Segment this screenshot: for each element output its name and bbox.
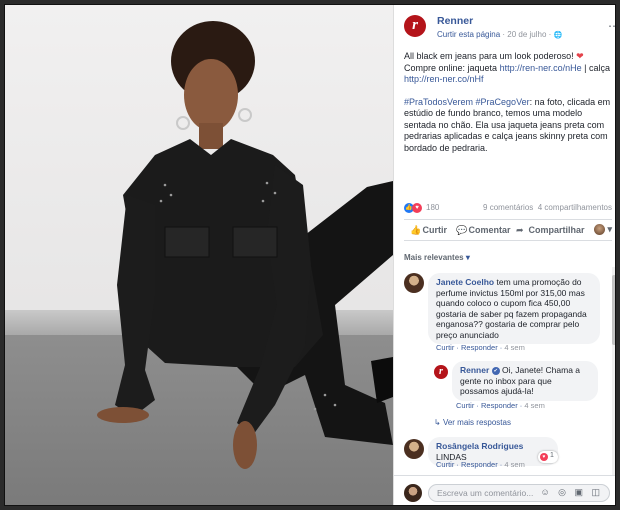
chevron-down-icon: ▾: [607, 224, 612, 234]
jacket-pocket-left: [164, 226, 210, 258]
post-text-line: | calça: [581, 62, 610, 73]
hashtags[interactable]: #PraTodosVerem #PraCegoVer: [404, 97, 530, 107]
share-label: Compartilhar: [528, 225, 585, 235]
jacket-pocket-right: [232, 226, 278, 258]
user-avatar: [593, 224, 605, 236]
love-reaction-icon: ♥: [540, 453, 548, 461]
thumbs-up-icon: 👍: [410, 225, 422, 235]
post-stats: 👍 ♥ 180 9 comentários 4 compartilhamento…: [404, 202, 612, 216]
comments-scrollbar[interactable]: [612, 267, 615, 477]
comment-placeholder: Escreva um comentário...: [437, 488, 534, 498]
reply-actions: Curtir · Responder · 4 sem: [456, 401, 545, 410]
view-more-replies-label: Ver mais respostas: [442, 418, 511, 427]
like-button[interactable]: 👍 Curtir: [410, 225, 447, 236]
comment-bubble: Janete Coelho tem uma promoção do perfum…: [428, 273, 600, 344]
comment-button[interactable]: 💬 Comentar: [456, 225, 511, 236]
comment-icon: 💬: [456, 225, 468, 235]
model-right-hand: [233, 421, 257, 469]
post-panel: r Renner Curtir esta página · 20 de julh…: [393, 5, 615, 505]
pants-link[interactable]: http://ren-ner.co/nHf: [404, 74, 484, 84]
reply-author[interactable]: Renner: [460, 365, 489, 375]
commenter-avatar[interactable]: [404, 273, 424, 293]
comment-reply-link[interactable]: Responder: [461, 460, 498, 469]
comment-author[interactable]: Rosângela Rodrigues: [436, 441, 523, 451]
composer-attachment-icons[interactable]: ☺ ◎ ▣ ◫: [540, 487, 603, 498]
more-options-icon[interactable]: ⋯: [608, 20, 615, 37]
model-left-arm: [115, 195, 155, 417]
user-avatar: [404, 484, 422, 502]
reply-arrow-icon: ↳: [434, 418, 441, 427]
commenter-avatar[interactable]: [404, 439, 424, 459]
post-actions: 👍 Curtir 💬 Comentar ➦ Compartilhar ▾: [404, 219, 612, 241]
comment-input[interactable]: Escreva um comentário... ☺ ◎ ▣ ◫: [428, 484, 610, 502]
comment-reply-link[interactable]: Responder: [461, 343, 498, 352]
reaction-count: 1: [550, 452, 554, 459]
share-count[interactable]: 4 compartilhamentos: [538, 203, 612, 212]
comment-label: Comentar: [468, 225, 511, 235]
post-photo[interactable]: [5, 5, 393, 505]
post-text-line: Compre online: jaqueta: [404, 62, 498, 73]
comment-time[interactable]: 4 sem: [504, 343, 524, 352]
jacket-link[interactable]: http://ren-ner.co/nHe: [500, 63, 582, 73]
comment-actions: Curtir · Responder · 4 sem: [436, 343, 525, 352]
comment-author[interactable]: Janete Coelho: [436, 277, 494, 287]
post-date[interactable]: 20 de julho: [507, 30, 546, 39]
meta-separator: ·: [546, 30, 554, 39]
verified-badge-icon: ✔: [491, 366, 500, 375]
page-name-link[interactable]: Renner: [437, 15, 473, 27]
facebook-photo-viewer: r Renner Curtir esta página · 20 de julh…: [4, 4, 616, 506]
share-button[interactable]: ➦ Compartilhar: [516, 225, 585, 236]
model-earring-left: [176, 116, 190, 130]
model-face: [184, 59, 238, 131]
reply-avatar[interactable]: r: [434, 365, 448, 379]
comment-count[interactable]: 9 comentários: [483, 203, 533, 212]
model-neck: [199, 123, 223, 149]
comment-time[interactable]: 4 sem: [504, 460, 524, 469]
view-more-replies[interactable]: ↳ Ver mais respostas: [434, 418, 511, 427]
comment-composer: Escreva um comentário... ☺ ◎ ▣ ◫: [394, 475, 615, 505]
reply-like-link[interactable]: Curtir: [456, 401, 474, 410]
model-figure: [97, 21, 393, 469]
stats-right: 9 comentários 4 compartilhamentos: [483, 203, 612, 212]
like-page-link[interactable]: Curtir esta página: [437, 30, 500, 39]
comment-like-link[interactable]: Curtir: [436, 343, 454, 352]
like-label: Curtir: [422, 225, 448, 235]
model-shoe: [371, 357, 393, 403]
post-header: r Renner Curtir esta página · 20 de julh…: [404, 15, 615, 45]
post-text-line: All black em jeans para um look poderoso…: [404, 51, 574, 61]
reaction-count[interactable]: 180: [426, 203, 439, 212]
page-logo[interactable]: r: [404, 15, 426, 37]
scrollbar-thumb[interactable]: [612, 275, 615, 345]
globe-icon: 🌐: [553, 32, 563, 39]
post-meta: Curtir esta página · 20 de julho · 🌐: [437, 30, 562, 39]
comment-sort-label: Mais relevantes: [404, 253, 464, 262]
post-text: All black em jeans para um look poderoso…: [404, 51, 612, 165]
caret-down-icon: ▾: [465, 253, 470, 262]
reply-time[interactable]: 4 sem: [524, 401, 544, 410]
comment-reaction-badge[interactable]: ♥ 1: [538, 451, 558, 463]
model-left-hand: [97, 407, 149, 423]
comment-sort-dropdown[interactable]: Mais relevantes ▾: [404, 253, 470, 262]
reply-reply-link[interactable]: Responder: [481, 401, 518, 410]
model-earring-right: [238, 108, 252, 122]
identity-selector[interactable]: ▾: [593, 224, 612, 236]
share-icon: ➦: [516, 225, 524, 235]
comment-like-link[interactable]: Curtir: [436, 460, 454, 469]
love-reaction-icon: ♥: [412, 203, 422, 213]
reply-bubble: Renner ✔ Oi, Janete! Chama a gente no in…: [452, 361, 598, 401]
heart-emoji-icon: ❤: [576, 51, 584, 61]
comment-actions: Curtir · Responder · 4 sem: [436, 460, 525, 469]
